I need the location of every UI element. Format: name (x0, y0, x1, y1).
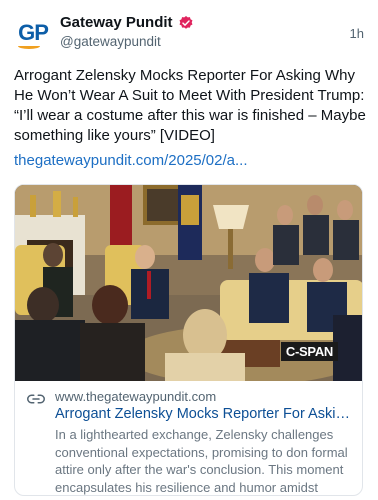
author-handle[interactable]: @gatewaypundit (60, 34, 161, 49)
card-description: In a lighthearted exchange, Zelensky cha… (55, 427, 348, 495)
card-domain: www.thegatewaypundit.com (55, 389, 217, 404)
card-image[interactable]: C-SPAN (15, 185, 362, 381)
avatar-swoosh (18, 43, 40, 49)
post-timestamp[interactable]: 1h (350, 26, 364, 41)
name-row: Gateway Pundit (60, 14, 194, 31)
post-header: GP Gateway Pundit @gatewaypundit 1h (14, 10, 364, 58)
verified-badge-icon (179, 15, 192, 29)
cspan-badge: C-SPAN (280, 342, 338, 361)
post-link[interactable]: thegatewaypundit.com/2025/02/a... (14, 152, 248, 169)
link-preview-card[interactable]: C-SPAN www.thegatewaypundit.com Arrogant… (14, 184, 363, 496)
avatar[interactable]: GP (14, 14, 52, 52)
card-meta: www.thegatewaypundit.com Arrogant Zelens… (15, 381, 362, 495)
card-title[interactable]: Arrogant Zelensky Mocks Reporter For Ask… (55, 406, 355, 422)
link-icon (27, 394, 45, 404)
post-text: Arrogant Zelensky Mocks Reporter For Ask… (14, 67, 366, 144)
author-display-name[interactable]: Gateway Pundit (60, 14, 173, 31)
